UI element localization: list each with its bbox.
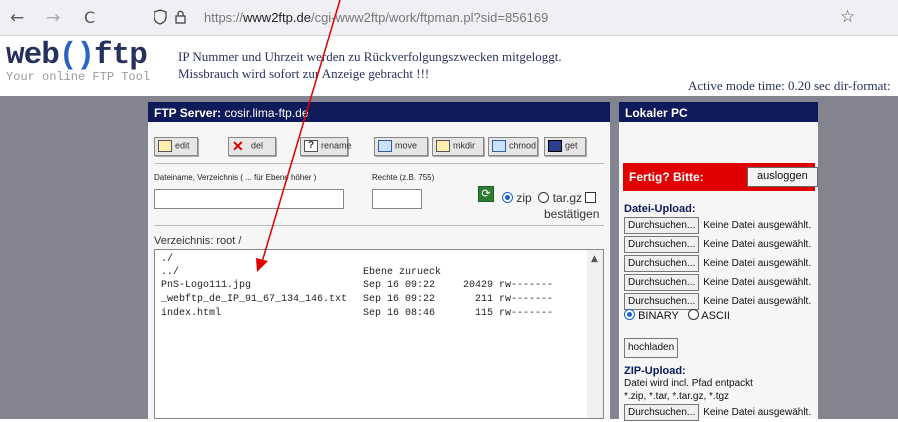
address-bar[interactable]: https://www2ftp.de/cgi-www2ftp/work/ftpm… (204, 10, 548, 25)
upload-row: Durchsuchen... Keine Datei ausgewählt. (624, 217, 811, 235)
ascii-radio[interactable] (687, 309, 699, 320)
get-button[interactable]: get (544, 137, 586, 156)
list-item[interactable]: ./ (161, 254, 173, 267)
notice-line-1: IP Nummer und Uhrzeit werden zu Rückverf… (178, 49, 562, 64)
edit-button[interactable]: edit (154, 137, 198, 156)
mkdir-button[interactable]: mkdir (432, 137, 484, 156)
rename-icon: ? (304, 140, 318, 152)
logging-notice: IP Nummer und Uhrzeit werden zu Rückverf… (178, 48, 562, 82)
targz-radio[interactable] (538, 192, 550, 203)
notice-line-2: Missbrauch wird sofort zur Anzeige gebra… (178, 66, 430, 81)
logout-bar: Fertig? Bitte: ausloggen (623, 163, 818, 191)
browse-button[interactable]: Durchsuchen... (624, 217, 700, 235)
ftp-server-panel: FTP Server: cosir.lima-ftp.de edit ✕ del … (148, 102, 610, 419)
zip-radio[interactable] (502, 192, 513, 203)
zip-note-2: *.zip, *.tar, *.tar.gz, *.tgz (624, 391, 730, 402)
ascii-label: ASCII (701, 310, 730, 322)
bookmark-star-icon[interactable]: ☆ (840, 7, 855, 27)
list-item[interactable]: PnS-Logo111.jpg Sep 16 09:22 20429 rw------… (161, 280, 553, 293)
confirm-checkbox[interactable] (585, 192, 597, 203)
list-item[interactable]: _webftp_de_IP_91_67_134_146.txt Sep 16 09… (161, 294, 553, 307)
chmod-button[interactable]: chmod (488, 137, 538, 156)
move-icon (378, 140, 392, 152)
delete-x-icon: ✕ (232, 138, 244, 154)
no-file-label: Keine Datei ausgewählt. (703, 407, 812, 419)
binary-radio[interactable] (624, 309, 635, 320)
targz-label: tar.gz (552, 191, 583, 205)
no-file-label: Keine Datei ausgewählt. (703, 220, 812, 232)
transfer-mode: BINARY ASCII (624, 309, 730, 322)
zip-label: zip (516, 191, 532, 205)
upload-button[interactable]: hochladen (624, 338, 679, 358)
browse-button[interactable]: Durchsuchen... (624, 293, 700, 311)
scroll-up-icon[interactable]: ▲ (591, 254, 598, 264)
no-file-label: Keine Datei ausgewählt. (703, 277, 812, 289)
file-listbox[interactable]: ./ ../Ebene zurueck PnS-Logo111.jpg Sep 1… (154, 249, 604, 419)
logout-button[interactable]: ausloggen (747, 167, 818, 187)
url-security-icons[interactable] (153, 9, 194, 29)
lock-icon (175, 15, 186, 24)
browse-button[interactable]: Durchsuchen... (624, 274, 700, 292)
ftp-server-label: FTP Server: (154, 106, 222, 120)
delete-button[interactable]: ✕ del (228, 137, 276, 156)
zip-upload-title: ZIP-Upload: (624, 365, 686, 377)
browse-button[interactable]: Durchsuchen... (624, 236, 700, 254)
list-item[interactable]: ../Ebene zurueck (161, 267, 441, 280)
list-scrollbar[interactable]: ▲ (587, 250, 603, 418)
refresh-icon[interactable]: ⟳ (478, 186, 494, 202)
divider (154, 163, 604, 164)
zip-note-1: Datei wird incl. Pfad entpackt (624, 378, 753, 389)
chmod-icon (492, 140, 506, 152)
directory-label: Verzeichnis: root / (154, 235, 242, 247)
upload-row: Durchsuchen... Keine Datei ausgewählt. (624, 274, 811, 292)
local-panel-header: Lokaler PC (619, 102, 818, 122)
upload-row: Durchsuchen... Keine Datei ausgewählt. (624, 255, 811, 273)
archive-options: zip tar.gz (502, 191, 597, 205)
edit-icon (158, 140, 172, 152)
no-file-label: Keine Datei ausgewählt. (703, 239, 812, 251)
move-button[interactable]: move (374, 137, 428, 156)
reload-icon[interactable]: C (84, 8, 95, 27)
upload-title: Datei-Upload: (624, 203, 696, 215)
local-pc-panel: Lokaler PC Fertig? Bitte: ausloggen Date… (619, 102, 818, 422)
list-item[interactable]: index.html Sep 16 08:46 115 rw------- (161, 308, 553, 321)
no-file-label: Keine Datei ausgewählt. (703, 258, 812, 270)
confirm-label: bestätigen (544, 207, 600, 221)
rename-button[interactable]: ? rename (300, 137, 352, 156)
zip-upload-row: Durchsuchen... Keine Datei ausgewählt. (624, 404, 811, 422)
divider (154, 225, 604, 226)
browser-toolbar: ← → C https://www2ftp.de/cgi-www2ftp/wor… (0, 0, 898, 36)
shield-icon (153, 9, 186, 25)
ftp-panel-header: FTP Server: cosir.lima-ftp.de (148, 102, 610, 122)
folder-icon (436, 140, 450, 152)
rights-label: Rechte (z.B. 755) (372, 173, 435, 182)
forward-arrow-icon[interactable]: → (46, 8, 60, 28)
fertig-label: Fertig? Bitte: (629, 170, 704, 184)
disk-icon (548, 140, 562, 152)
status-line: Active mode time: 0.20 sec dir-format: (688, 78, 891, 93)
filename-input[interactable] (154, 189, 344, 209)
binary-label: BINARY (638, 310, 679, 322)
filename-label: Dateiname, Verzeichnis ( ... für Ebene h… (154, 173, 317, 182)
back-arrow-icon[interactable]: ← (10, 8, 24, 28)
upload-row: Durchsuchen... Keine Datei ausgewählt. (624, 236, 811, 254)
ftp-toolbar: edit ✕ del ? rename move mkdir chmod get (154, 137, 604, 157)
no-file-label: Keine Datei ausgewählt. (703, 296, 812, 308)
logo-tagline: Your online FTP Tool (6, 70, 151, 84)
browse-button[interactable]: Durchsuchen... (624, 255, 700, 273)
ftp-server-name: cosir.lima-ftp.de (224, 106, 309, 120)
rights-input[interactable] (372, 189, 422, 209)
webftp-logo[interactable]: web()ftp (6, 38, 148, 73)
